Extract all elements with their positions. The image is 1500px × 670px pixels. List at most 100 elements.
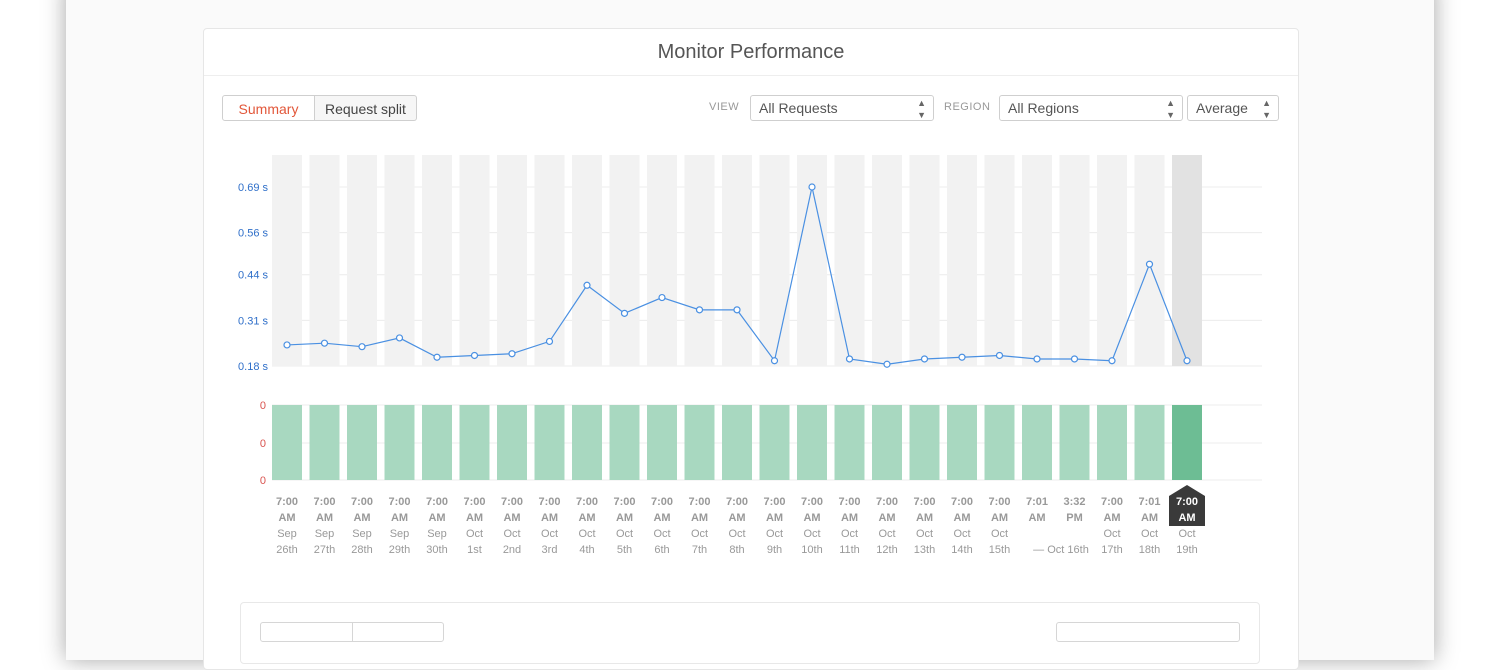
x-ampm-label: AM — [653, 512, 670, 524]
x-month-label: Oct — [841, 528, 858, 540]
error-bar — [947, 405, 977, 480]
data-point — [1108, 357, 1116, 365]
x-time-label: 7:00 — [838, 496, 860, 508]
x-time-label: 7:00 — [688, 496, 710, 508]
error-bar — [309, 405, 340, 480]
x-ampm-label: AM — [541, 512, 558, 524]
x-day-label: 3rd — [542, 544, 558, 556]
x-time-label: 7:00 — [576, 496, 598, 508]
secondary-select[interactable] — [1056, 622, 1240, 642]
x-day-label: 15th — [989, 544, 1010, 556]
x-date-label: — Oct 16th — [1033, 544, 1089, 556]
x-month-label: Oct — [1141, 528, 1158, 540]
error-bar — [1097, 405, 1127, 480]
x-ampm-label: AM — [278, 512, 295, 524]
y-tick-label: 0.18 s — [238, 361, 268, 373]
x-ampm-label: AM — [991, 512, 1008, 524]
x-time-label: 7:00 — [538, 496, 560, 508]
data-point — [695, 306, 704, 314]
x-day-label: 26th — [276, 544, 297, 556]
column-band — [909, 155, 940, 366]
column-band — [647, 155, 677, 366]
data-point — [620, 309, 629, 317]
x-month-label: Oct — [541, 528, 558, 540]
error-bar — [272, 405, 302, 480]
x-day-label: 8th — [729, 544, 744, 556]
data-point — [808, 183, 816, 191]
error-bar — [684, 405, 715, 480]
data-point — [395, 334, 404, 342]
error-bar — [834, 405, 865, 480]
error-bar — [459, 405, 490, 480]
column-band — [759, 155, 790, 366]
error-bar — [1134, 405, 1165, 480]
x-ampm-label: AM — [878, 512, 895, 524]
error-bar — [722, 405, 752, 480]
x-time-label: 7:00 — [426, 496, 448, 508]
x-ampm-label: PM — [1066, 512, 1083, 524]
x-ampm-label: AM — [1103, 512, 1120, 524]
x-month-label: Oct — [991, 528, 1008, 540]
x-month-label: Oct — [616, 528, 633, 540]
x-time-label: 7:00 — [763, 496, 785, 508]
error-bar — [497, 405, 527, 480]
data-point — [883, 360, 891, 368]
error-bar — [347, 405, 377, 480]
x-ampm-label: AM — [691, 512, 708, 524]
x-month-label: Oct — [466, 528, 483, 540]
x-time-label: 7:00 — [951, 496, 973, 508]
y-tick-label: 0.31 s — [238, 315, 268, 327]
data-point — [1033, 355, 1041, 363]
x-day-label: 5th — [617, 544, 632, 556]
data-point — [958, 353, 966, 361]
x-day-label: 14th — [951, 544, 972, 556]
error-bar — [797, 405, 827, 480]
x-month-label: Sep — [315, 528, 335, 540]
secondary-toggle[interactable] — [260, 622, 444, 642]
data-point — [1183, 357, 1191, 365]
data-point — [283, 341, 291, 349]
data-point — [583, 281, 591, 289]
x-time-label: 7:01 — [1138, 496, 1160, 508]
y-tick-label: 0.56 s — [238, 228, 268, 240]
column-band — [497, 155, 527, 366]
x-day-label: 17th — [1101, 544, 1122, 556]
error-bar — [909, 405, 940, 480]
x-day-label: 29th — [389, 544, 410, 556]
x-time-label: 7:00 — [913, 496, 935, 508]
x-ampm-label: AM — [953, 512, 970, 524]
error-bar — [647, 405, 677, 480]
x-day-label: 12th — [876, 544, 897, 556]
column-band — [722, 155, 752, 366]
column-band — [309, 155, 340, 366]
performance-chart: 0.69 s 0.56 s 0.44 s 0.31 s 0.18 s 0 0 0 7:00 AM S… — [238, 155, 1262, 556]
column-band — [609, 155, 640, 366]
error-bar — [572, 405, 602, 480]
x-month-label: Oct — [766, 528, 783, 540]
x-month-label: Sep — [352, 528, 372, 540]
data-point — [770, 357, 779, 365]
error-bar — [609, 405, 640, 480]
y-tick-label: 0.69 s — [238, 182, 268, 194]
column-band — [1059, 155, 1090, 366]
x-day-label: 11th — [839, 544, 860, 556]
data-point — [995, 351, 1004, 360]
x-ampm-label: AM — [728, 512, 745, 524]
x-day-label: 30th — [426, 544, 447, 556]
x-time-label: 7:00 — [651, 496, 673, 508]
column-band — [834, 155, 865, 366]
column-band — [684, 155, 715, 366]
x-month-label: Oct — [953, 528, 970, 540]
data-point — [658, 293, 666, 302]
data-point — [358, 343, 366, 351]
x-month-label: Oct — [1103, 528, 1120, 540]
x-ampm-label: AM — [766, 512, 783, 524]
error-bar — [1172, 405, 1202, 480]
data-point — [1070, 355, 1079, 363]
x-month-label: Sep — [390, 528, 410, 540]
data-point — [433, 353, 441, 361]
data-point — [733, 306, 741, 314]
x-time-label: 7:00 — [388, 496, 410, 508]
x-month-label: Oct — [728, 528, 745, 540]
x-day-label: 1st — [467, 544, 482, 556]
